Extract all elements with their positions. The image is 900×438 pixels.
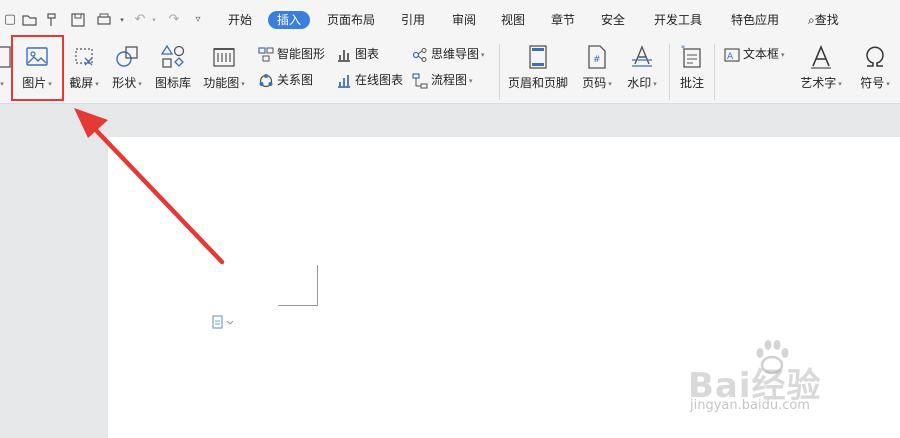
icon-library-label: 图标库 [154, 76, 191, 90]
customize-toolbar-icon[interactable]: ▿ [190, 12, 206, 28]
page-number-button[interactable]: # 页码 ▾ [578, 44, 616, 91]
shapes-label: 形状 [112, 76, 137, 90]
relation-chart-button[interactable]: 关系图 [258, 71, 313, 89]
function-chart-button[interactable]: 功能图 ▾ [201, 44, 247, 91]
function-chart-label: 功能图 [203, 76, 240, 90]
smart-graphic-icon [258, 46, 274, 61]
flowchart-icon [412, 72, 428, 88]
relation-chart-icon [259, 73, 273, 87]
shapes-icon [116, 46, 138, 67]
undo-dropdown-icon[interactable]: ▾ [146, 12, 162, 28]
shapes-caret-icon: ▾ [138, 79, 142, 88]
picture-highlight-box [11, 35, 64, 101]
svg-text:*: * [681, 44, 685, 53]
textbox-icon: A [724, 47, 740, 62]
symbol-label: 符号 [860, 76, 885, 90]
wordart-button[interactable]: 艺术字 ▾ [797, 44, 845, 91]
comment-button[interactable]: * 批注 [675, 44, 709, 90]
print-icon[interactable] [96, 12, 112, 28]
chart-icon [338, 49, 350, 62]
page-number-label: 页码 [582, 76, 607, 90]
margin-mark-vertical [317, 265, 318, 306]
function-chart-caret-icon: ▾ [241, 79, 245, 88]
tab-developer[interactable]: 开发工具 [654, 12, 702, 28]
menu-bar: ▢ ▾ ↶ ▾ ↷ ▿ 开始 插入 页面布局 引用 审阅 视图 章节 安全 开发… [0, 0, 900, 40]
icon-library-button[interactable]: 图标库 [154, 44, 192, 90]
header-footer-icon [529, 45, 547, 69]
save-icon[interactable] [70, 12, 86, 28]
cover-button-partial[interactable]: ▾ [0, 44, 11, 91]
textbox-button[interactable]: A 文本框 ▾ [724, 45, 785, 63]
comment-label: 批注 [679, 76, 704, 90]
paste-options-icon[interactable] [212, 314, 234, 330]
tab-home[interactable]: 开始 [228, 12, 252, 28]
margin-mark-horizontal [278, 305, 318, 306]
page-number-caret-icon: ▾ [608, 79, 612, 88]
page-number-icon: # [588, 45, 606, 69]
tab-chapter[interactable]: 章节 [551, 12, 575, 28]
screenshot-icon [75, 48, 93, 66]
ribbon-divider [499, 44, 500, 100]
search-icon: ⌕ [808, 13, 815, 27]
function-chart-icon [213, 48, 235, 67]
mind-map-label: 思维导图 [431, 47, 480, 61]
ribbon: ▾ 图片 ▾ 截屏 ▾ 形状 ▾ 图标库 功能图 ▾ 智能图形 关系图 图表 在… [0, 40, 900, 104]
search-button[interactable]: ⌕查找 [808, 12, 839, 28]
shapes-button[interactable]: 形状 ▾ [108, 44, 146, 91]
cover-caret: ▾ [0, 79, 4, 88]
print-dropdown-icon[interactable]: ▾ [114, 12, 130, 28]
icon-library-icon [160, 44, 185, 68]
flowchart-caret-icon: ▾ [469, 76, 473, 85]
tab-view[interactable]: 视图 [501, 12, 525, 28]
search-label: 查找 [814, 13, 839, 27]
omega-icon [866, 46, 884, 67]
symbol-caret-icon: ▾ [886, 79, 890, 88]
header-footer-label: 页眉和页脚 [507, 76, 568, 90]
screenshot-label: 截屏 [69, 76, 94, 90]
flowchart-button[interactable]: 流程图 ▾ [412, 71, 473, 89]
flowchart-label: 流程图 [431, 73, 468, 87]
chart-label: 图表 [355, 47, 380, 61]
svg-text:A: A [727, 52, 734, 62]
wordart-label: 艺术字 [800, 76, 837, 90]
smart-graphic-button[interactable]: 智能图形 [258, 45, 325, 63]
tab-review[interactable]: 审阅 [452, 12, 476, 28]
online-chart-icon [338, 74, 350, 88]
format-painter-icon[interactable] [44, 12, 60, 28]
watermark-icon [632, 45, 652, 67]
smart-graphic-label: 智能图形 [277, 47, 326, 61]
textbox-label: 文本框 [743, 47, 780, 61]
tab-references[interactable]: 引用 [401, 12, 425, 28]
tab-security[interactable]: 安全 [601, 12, 625, 28]
chart-button[interactable]: 图表 [336, 45, 379, 63]
wordart-icon [811, 44, 831, 69]
tab-special-apps[interactable]: 特色应用 [731, 12, 779, 28]
comment-icon: * [681, 44, 701, 68]
open-folder-icon[interactable] [22, 12, 38, 28]
symbol-button[interactable]: 符号 ▾ [856, 44, 894, 91]
online-chart-button[interactable]: 在线图表 [336, 71, 403, 89]
new-doc-icon[interactable]: ▢ [2, 12, 18, 28]
screenshot-caret-icon: ▾ [95, 79, 99, 88]
watermark-url: jingyan.baidu.com [690, 398, 810, 413]
tab-page-layout[interactable]: 页面布局 [327, 12, 375, 28]
textbox-caret-icon: ▾ [781, 50, 785, 59]
header-footer-button[interactable]: 页眉和页脚 [506, 44, 570, 90]
ribbon-divider [714, 44, 715, 100]
online-chart-label: 在线图表 [355, 73, 404, 87]
watermark-label: 水印 [627, 76, 652, 90]
wordart-caret-icon: ▾ [838, 79, 842, 88]
watermark-button[interactable]: 水印 ▾ [622, 44, 662, 91]
redo-icon[interactable]: ↷ [166, 12, 182, 28]
mind-map-caret-icon: ▾ [481, 50, 485, 59]
svg-text:#: # [593, 55, 601, 65]
mind-map-button[interactable]: 思维导图 ▾ [412, 45, 485, 63]
ribbon-divider [669, 44, 670, 100]
relation-chart-label: 关系图 [277, 73, 314, 87]
tab-insert[interactable]: 插入 [268, 11, 311, 29]
mind-map-icon [412, 47, 427, 62]
watermark-caret-icon: ▾ [653, 79, 657, 88]
screenshot-button[interactable]: 截屏 ▾ [64, 44, 104, 91]
